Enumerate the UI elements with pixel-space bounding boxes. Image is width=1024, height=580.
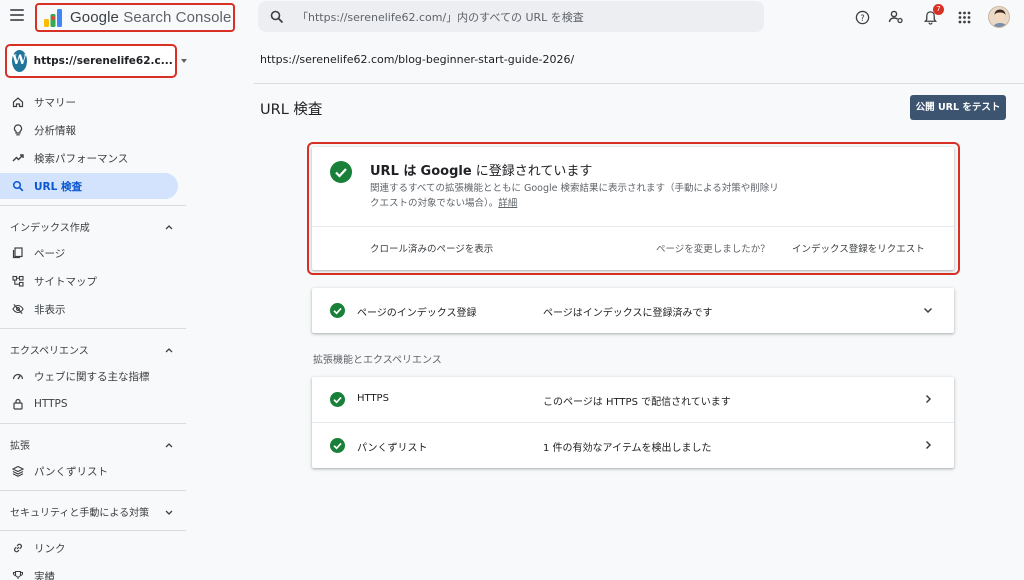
chevron-up-icon (165, 442, 173, 447)
sidebar-item-insights[interactable]: 分析情報 (0, 117, 178, 143)
result-description: 関連するすべての拡張機能とともに Google 検索結果に表示されます（手動によ… (370, 183, 779, 209)
sidebar-item-url-inspection[interactable]: URL 検査 (0, 173, 178, 199)
trending-up-icon (12, 152, 24, 164)
divider (254, 83, 1024, 84)
home-icon (12, 96, 24, 108)
menu-icon[interactable] (10, 9, 24, 23)
inspection-result-card: URL は Google に登録されています 関連するすべての拡張機能とともに … (312, 147, 954, 270)
divider (0, 423, 186, 424)
sidebar-item-removals[interactable]: 非表示 (0, 296, 178, 322)
top-actions: ? 7 (852, 4, 1010, 28)
sidebar-item-pages[interactable]: ページ (0, 240, 178, 266)
search-input[interactable]: 「https://serenelife62.com/」内のすべての URL を検… (297, 9, 584, 25)
trophy-icon (12, 570, 24, 580)
view-crawled-page-link[interactable]: クロール済みのページを表示 (370, 241, 493, 255)
chevron-right-icon[interactable] (922, 393, 934, 405)
speed-icon (12, 370, 24, 382)
check-circle-icon (330, 303, 345, 318)
sidebar-item-performance[interactable]: 検索パフォーマンス (0, 145, 178, 171)
section-experience[interactable]: エクスペリエンス (10, 342, 174, 357)
notification-badge: 7 (933, 4, 944, 15)
chevron-down-icon[interactable] (922, 304, 934, 316)
sidebar-item-links[interactable]: リンク (0, 535, 178, 561)
enhancement-row-breadcrumbs[interactable]: パンくずリスト 1 件の有効なアイテムを検出しました (312, 423, 954, 468)
sidebar-item-summary[interactable]: サマリー (0, 89, 178, 115)
enhancements-heading: 拡張機能とエクスペリエンス (313, 355, 442, 366)
divider (0, 205, 186, 206)
top-bar: Google Search Console 「https://serenelif… (0, 0, 1024, 34)
pages-icon (12, 247, 24, 259)
chevron-right-icon[interactable] (922, 439, 934, 451)
sidebar-item-breadcrumbs[interactable]: パンくずリスト (0, 458, 178, 484)
page-changed-question: ページを変更しましたか？ (656, 244, 770, 255)
help-icon[interactable]: ? (852, 7, 872, 27)
app-logo[interactable]: Google Search Console (35, 3, 235, 32)
property-selector[interactable]: W https://serenelife62.c... (5, 44, 187, 78)
row-value: 1 件の有効なアイテムを検出しました (543, 443, 712, 454)
enhancement-row-https[interactable]: HTTPS このページは HTTPS で配信されています (312, 377, 954, 423)
divider (0, 490, 186, 491)
check-circle-icon (330, 161, 352, 183)
svg-text:?: ? (860, 12, 864, 22)
result-title: URL は Google に登録されています (370, 164, 593, 179)
request-indexing-link[interactable]: インデックス登録をリクエスト (792, 241, 925, 255)
notifications-icon[interactable]: 7 (920, 4, 944, 27)
sidebar-item-core-web-vitals[interactable]: ウェブに関する主な指標 (0, 363, 178, 389)
row-label: パンくずリスト (357, 443, 428, 454)
search-console-logo-icon (44, 8, 62, 27)
row-value: ページはインデックスに登録済みです (543, 308, 713, 319)
divider (312, 226, 954, 227)
avatar[interactable] (988, 6, 1010, 28)
url-inspection-search[interactable]: 「https://serenelife62.com/」内のすべての URL を検… (258, 1, 764, 32)
eye-off-icon (12, 303, 24, 315)
chevron-down-icon (180, 59, 187, 63)
row-label: HTTPS (357, 393, 389, 404)
section-enhancements[interactable]: 拡張 (10, 437, 174, 452)
link-icon (12, 542, 24, 554)
row-label: ページのインデックス登録 (357, 308, 477, 319)
section-security[interactable]: セキュリティと手動による対策 (10, 504, 174, 519)
search-icon (270, 10, 284, 23)
page-title: URL 検査 (260, 102, 323, 118)
chevron-up-icon (165, 224, 173, 229)
lightbulb-icon (12, 124, 24, 136)
sidebar-item-achievements[interactable]: 実績 (0, 563, 178, 580)
divider (0, 530, 186, 531)
search-icon (12, 180, 24, 192)
app-name: Google Search Console (70, 9, 232, 26)
detail-link[interactable]: 詳細 (498, 198, 517, 209)
test-live-url-button[interactable]: 公開 URL をテスト (910, 95, 1006, 120)
layers-icon (12, 465, 24, 477)
page-indexing-row[interactable]: ページのインデックス登録 ページはインデックスに登録済みです (312, 288, 954, 333)
lock-icon (12, 398, 24, 410)
breadcrumb: https://serenelife62.com/blog-beginner-s… (260, 53, 575, 66)
check-circle-icon (330, 392, 345, 407)
chevron-down-icon (165, 510, 173, 515)
chevron-up-icon (165, 347, 173, 352)
sitemap-icon (12, 275, 24, 287)
apps-grid-icon[interactable] (954, 7, 974, 27)
section-indexing[interactable]: インデックス作成 (10, 219, 174, 234)
manage-users-icon[interactable] (886, 7, 906, 27)
row-value: このページは HTTPS で配信されています (543, 397, 731, 408)
sidebar: W https://serenelife62.c... サマリー 分析情報 検索… (0, 34, 187, 580)
divider (0, 328, 186, 329)
check-circle-icon (330, 438, 345, 453)
property-url: https://serenelife62.c... (33, 55, 173, 67)
sidebar-item-https[interactable]: HTTPS (0, 391, 178, 417)
sidebar-item-sitemaps[interactable]: サイトマップ (0, 268, 178, 294)
wordpress-icon: W (12, 50, 27, 72)
enhancements-card: HTTPS このページは HTTPS で配信されています パンくずリスト 1 件… (312, 377, 954, 468)
